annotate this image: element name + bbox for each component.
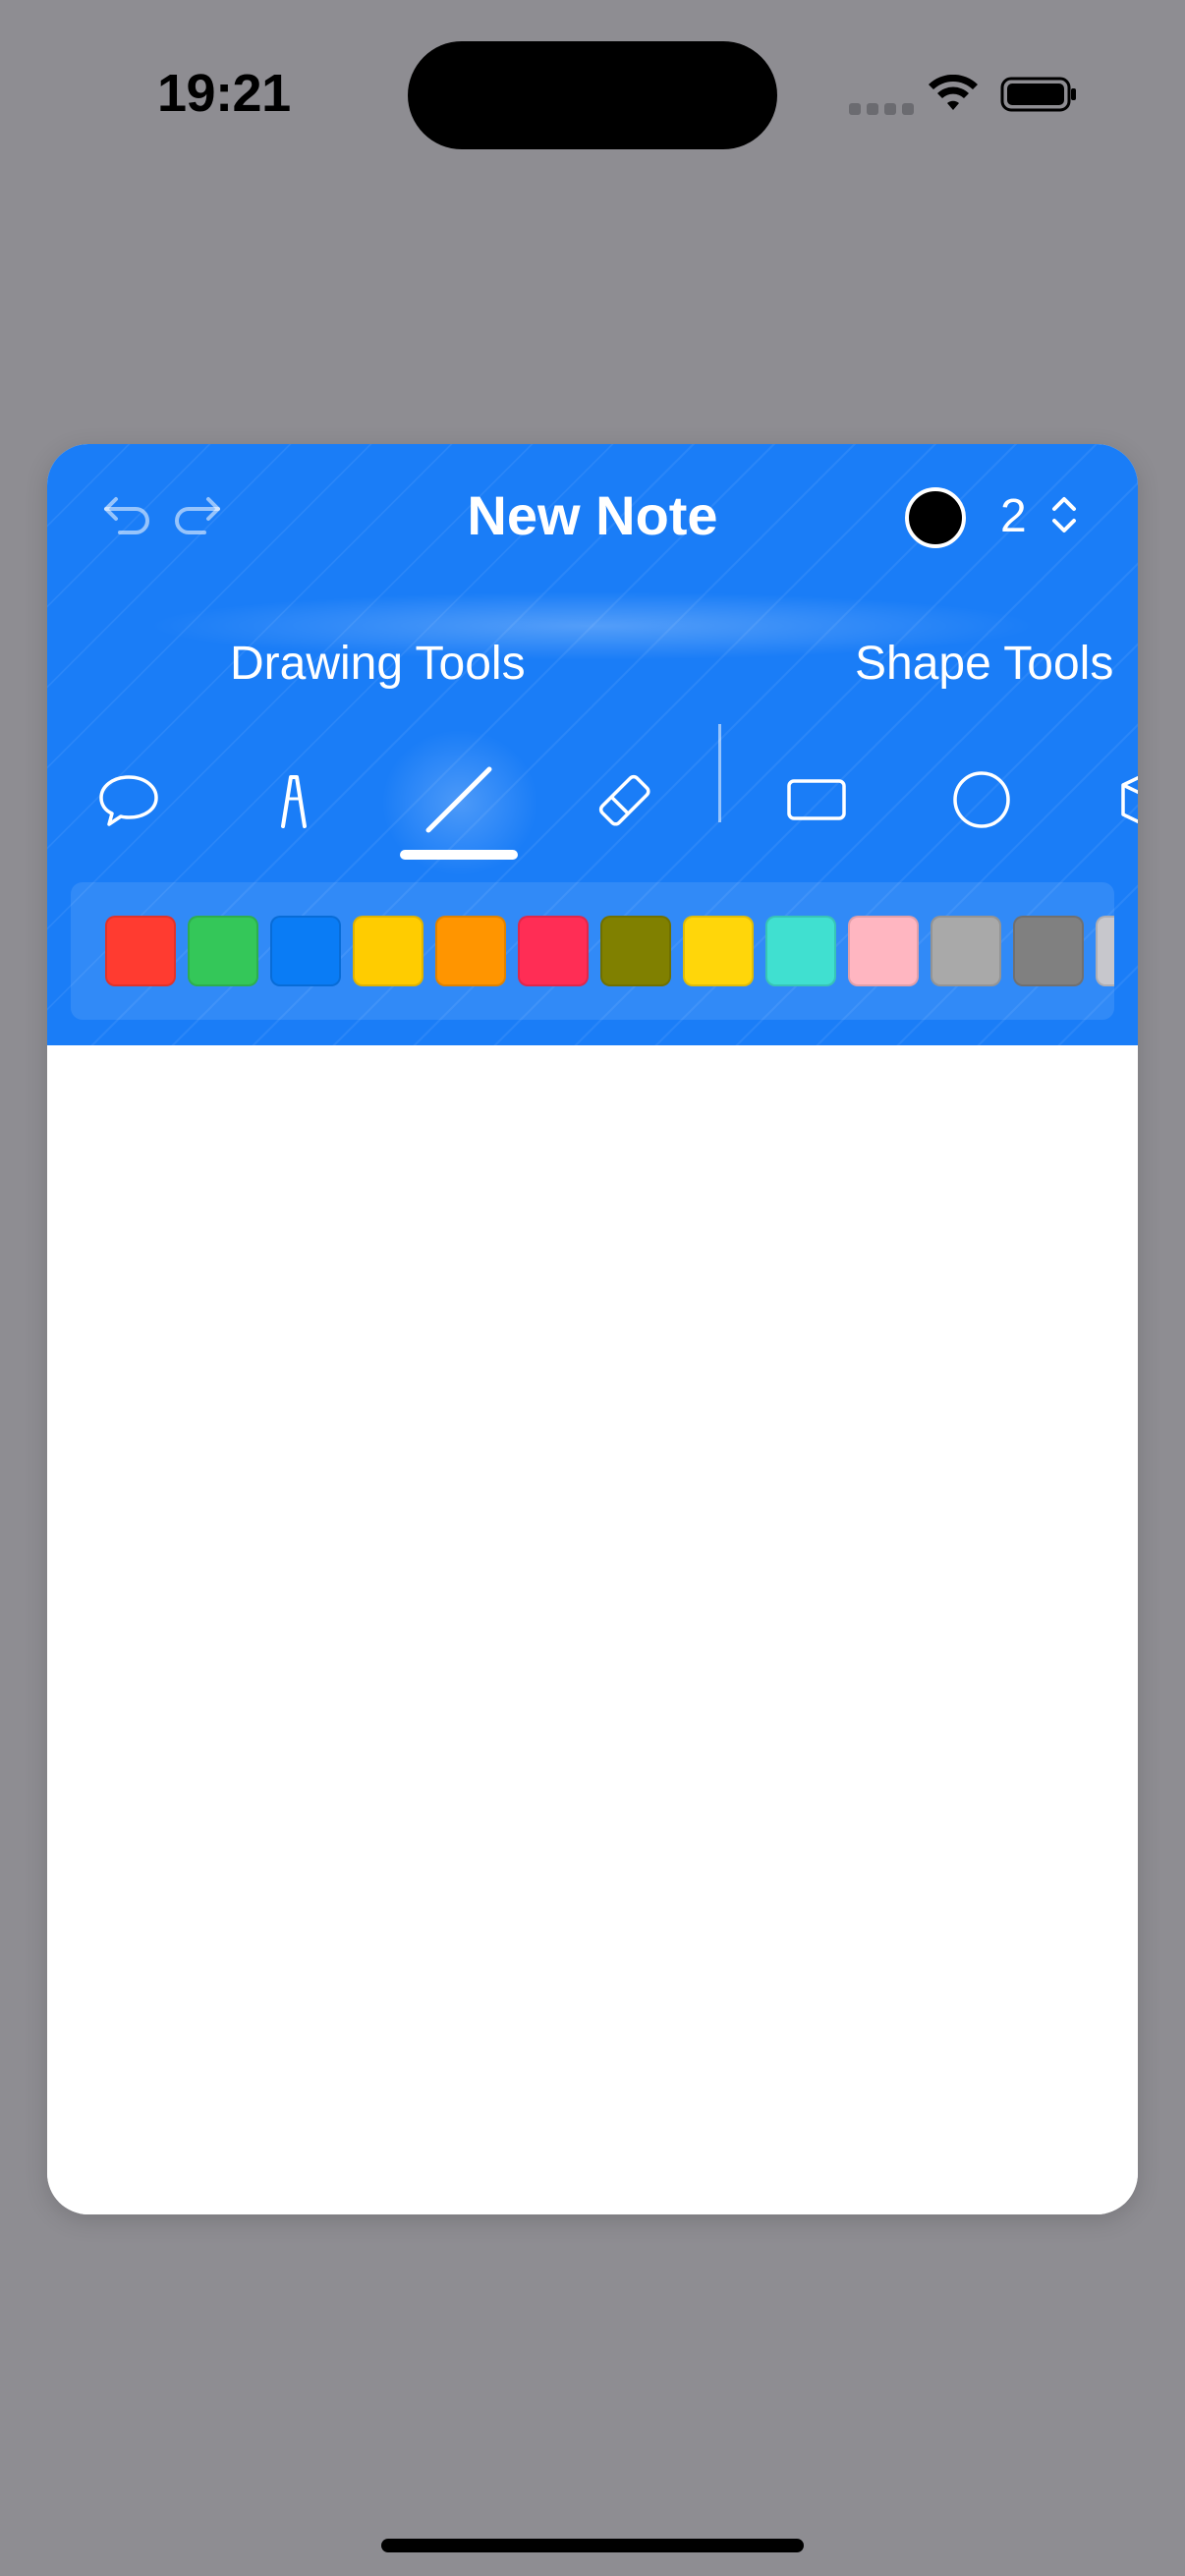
stroke-width-value: 2 [1000, 490, 1027, 542]
cellular-signal-icon [849, 103, 914, 115]
tool-line[interactable] [410, 751, 508, 849]
tool-circle[interactable] [932, 751, 1031, 849]
status-bar: 19:21 [0, 0, 1185, 196]
note-editor-card: New Note 2 Drawing Tools Shape Tools [47, 444, 1138, 2214]
color-swatch[interactable] [931, 916, 1001, 986]
cube-icon [1121, 775, 1138, 824]
drawing-canvas[interactable] [47, 1045, 1138, 2214]
tool-eraser[interactable] [575, 751, 673, 849]
color-swatch[interactable] [765, 916, 836, 986]
drawing-tools-label: Drawing Tools [230, 638, 526, 690]
color-swatch[interactable] [105, 916, 176, 986]
note-title: New Note [467, 484, 718, 546]
status-time: 19:21 [157, 64, 291, 123]
color-swatch[interactable] [188, 916, 258, 986]
battery-icon [1000, 77, 1076, 112]
wifi-icon [929, 75, 978, 110]
active-tool-indicator [400, 850, 518, 860]
dynamic-island [408, 41, 777, 149]
rectangle-icon [787, 779, 846, 820]
shape-tools-label: Shape Tools [855, 638, 1114, 690]
color-swatch[interactable] [270, 916, 341, 986]
color-swatch[interactable] [435, 916, 506, 986]
tool-pen[interactable] [245, 751, 343, 849]
color-palette [71, 882, 1114, 1020]
stroke-width-stepper-icon[interactable] [1044, 491, 1084, 538]
color-swatch[interactable] [353, 916, 423, 986]
color-swatch[interactable] [683, 916, 754, 986]
color-swatch[interactable] [848, 916, 919, 986]
speech-bubble-icon [99, 775, 158, 826]
tool-cube[interactable] [1099, 751, 1138, 849]
color-swatch[interactable] [600, 916, 671, 986]
editor-toolbar: New Note 2 Drawing Tools Shape Tools [47, 444, 1138, 1045]
color-swatch[interactable] [1096, 916, 1114, 986]
tool-rectangle[interactable] [767, 751, 866, 849]
eraser-icon [598, 774, 650, 826]
circle-icon [953, 771, 1010, 828]
home-indicator[interactable] [381, 2539, 804, 2552]
line-icon [425, 766, 492, 833]
pen-nib-icon [281, 775, 307, 828]
color-swatch[interactable] [518, 916, 589, 986]
current-color-button[interactable] [905, 487, 966, 548]
color-swatch[interactable] [1013, 916, 1084, 986]
tool-divider [718, 724, 721, 822]
tool-speech-bubble[interactable] [80, 751, 178, 849]
